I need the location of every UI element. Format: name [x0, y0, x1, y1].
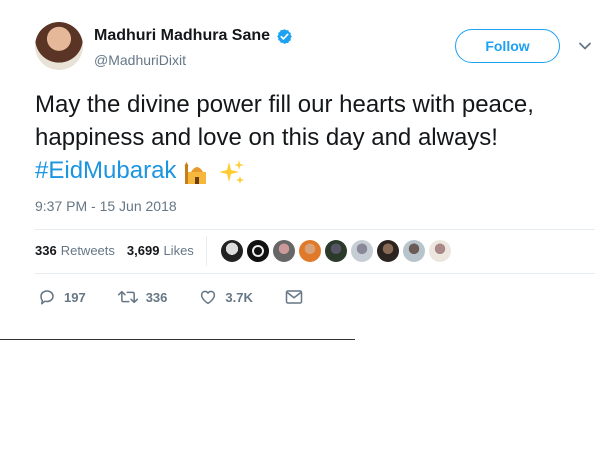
engagement-stats: 336 Retweets 3,699 Likes [35, 243, 194, 258]
tweet-text: May the divine power fill our hearts wit… [35, 88, 575, 187]
stats-separator [206, 236, 207, 266]
liker-avatar[interactable] [377, 240, 399, 262]
liker-avatar[interactable] [247, 240, 269, 262]
like-action[interactable]: 3.7K [199, 288, 253, 306]
divider [0, 339, 355, 340]
liker-avatar[interactable] [351, 240, 373, 262]
tweet-card: Madhuri Madhura Sane @MadhuriDixit Follo… [0, 0, 600, 340]
reply-count: 197 [64, 289, 86, 305]
liker-avatar[interactable] [325, 240, 347, 262]
divider [35, 273, 595, 274]
avatar[interactable] [35, 22, 83, 70]
retweet-icon[interactable] [117, 288, 138, 306]
reply-icon[interactable] [38, 288, 56, 306]
liker-avatars [221, 240, 451, 262]
message-icon[interactable] [285, 289, 303, 305]
message-action[interactable] [285, 289, 303, 305]
retweets-label[interactable]: Retweets [61, 243, 115, 258]
chevron-down-icon[interactable] [578, 39, 592, 53]
like-count: 3.7K [225, 289, 253, 305]
retweets-count[interactable]: 336 [35, 243, 57, 258]
heart-icon[interactable] [199, 288, 217, 306]
divider [35, 229, 595, 230]
tweet-actions: 197 336 3.7K [38, 288, 335, 306]
retweet-action[interactable]: 336 [117, 288, 168, 306]
author-name-row: Madhuri Madhura Sane [94, 27, 293, 45]
likes-label[interactable]: Likes [163, 243, 193, 258]
verified-icon [277, 28, 292, 44]
reply-action[interactable]: 197 [38, 288, 86, 306]
hashtag-link[interactable]: #EidMubarak [35, 157, 176, 184]
liker-avatar[interactable] [429, 240, 451, 262]
likes-count[interactable]: 3,699 [127, 243, 160, 258]
author-display-name[interactable]: Madhuri Madhura Sane [94, 27, 270, 45]
tweet-body: May the divine power fill our hearts wit… [35, 91, 534, 151]
tweet-timestamp[interactable]: 9:37 PM - 15 Jun 2018 [35, 198, 177, 214]
follow-button[interactable]: Follow [455, 29, 560, 63]
sparkles-icon [218, 159, 244, 184]
liker-avatar[interactable] [221, 240, 243, 262]
retweet-count: 336 [145, 289, 168, 305]
mosque-icon [184, 161, 207, 184]
liker-avatar[interactable] [403, 240, 425, 262]
liker-avatar[interactable] [299, 240, 321, 262]
liker-avatar[interactable] [273, 240, 295, 262]
author-handle[interactable]: @MadhuriDixit [94, 52, 186, 68]
